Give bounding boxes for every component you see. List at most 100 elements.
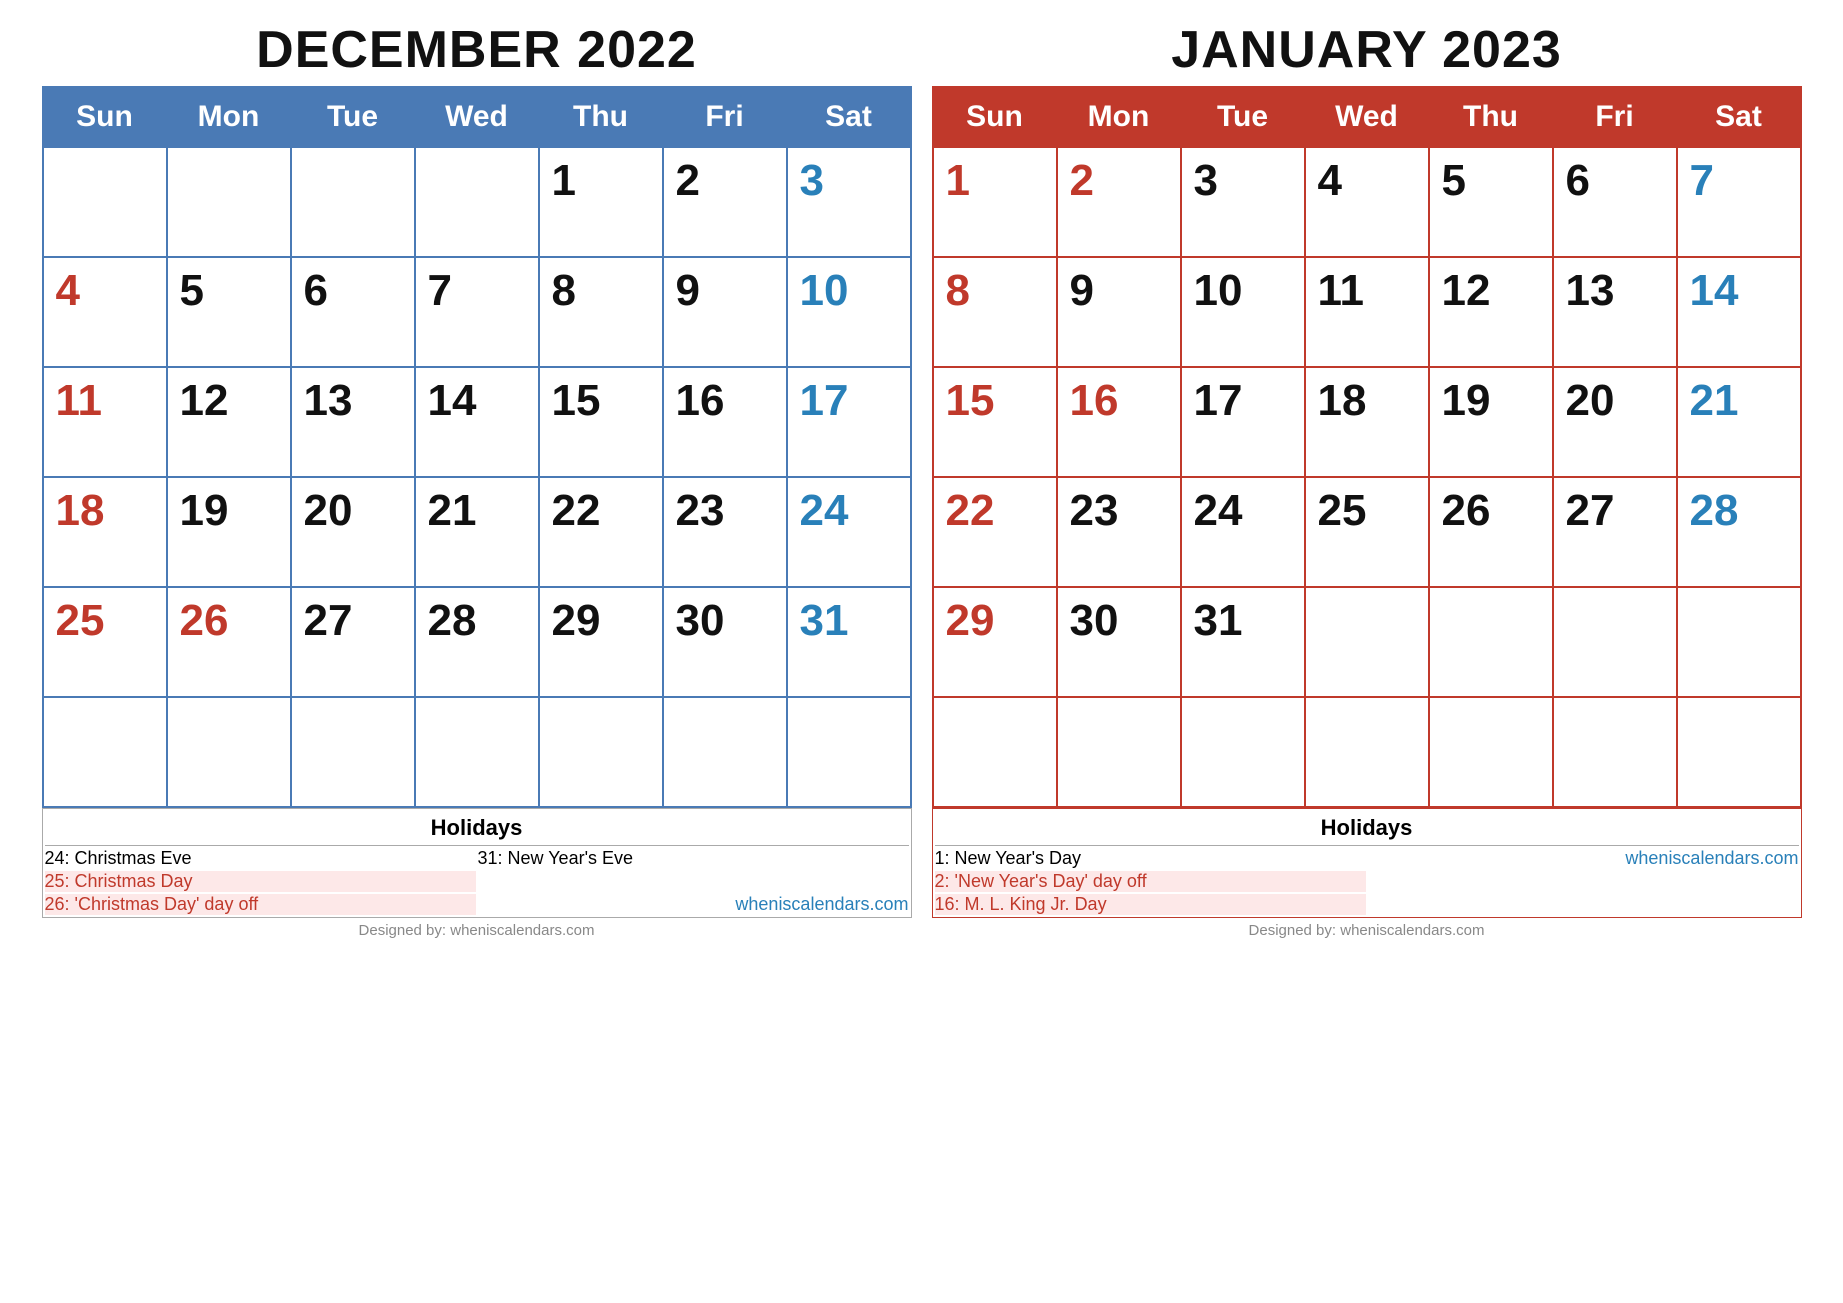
table-row: 23 [1057,477,1181,587]
table-row: 12 [167,367,291,477]
jan-header-tue: Tue [1181,87,1305,147]
table-row: 25 [1305,477,1429,587]
list-item: wheniscalendars.com [478,894,909,915]
list-item: 24: Christmas Eve [45,848,476,869]
table-row [933,697,1057,807]
dec-header-sun: Sun [43,87,167,147]
table-row [787,697,911,807]
table-row: 9 [1057,257,1181,367]
table-row [43,147,167,257]
calendars-container: DECEMBER 2022 Sun Mon Tue Wed Thu Fri Sa… [30,20,1813,939]
table-row: 15 [933,367,1057,477]
table-row [167,147,291,257]
list-item [1368,894,1799,915]
table-row: 13 [1553,257,1677,367]
table-row: 10 [1181,257,1305,367]
table-row: 2 [663,147,787,257]
table-row: 24 [1181,477,1305,587]
table-row [43,697,167,807]
table-row: 6 [1553,147,1677,257]
table-row: 11 [1305,257,1429,367]
list-item: 25: Christmas Day [45,871,476,892]
dec-header-fri: Fri [663,87,787,147]
table-row: 22 [933,477,1057,587]
table-row [1305,697,1429,807]
table-row: 18 [43,477,167,587]
dec-holidays-header: Holidays [45,811,909,846]
table-row: 5 [1429,147,1553,257]
dec-header-mon: Mon [167,87,291,147]
table-row: 25 [43,587,167,697]
january-calendar: JANUARY 2023 Sun Mon Tue Wed Thu Fri Sat… [932,20,1802,939]
table-row: 10 [787,257,911,367]
table-row [1429,587,1553,697]
table-row: 8 [539,257,663,367]
table-row [291,697,415,807]
jan-header-mon: Mon [1057,87,1181,147]
table-row: 26 [1429,477,1553,587]
table-row [415,697,539,807]
table-row: 24 [787,477,911,587]
january-holidays: Holidays 1: New Year's Daywheniscalendar… [932,808,1802,918]
table-row: 20 [291,477,415,587]
table-row: 7 [415,257,539,367]
december-grid: Sun Mon Tue Wed Thu Fri Sat 123456789101… [42,86,912,808]
table-row [167,697,291,807]
dec-header-wed: Wed [415,87,539,147]
list-item: 26: 'Christmas Day' day off [45,894,476,915]
table-row: 28 [415,587,539,697]
dec-header-thu: Thu [539,87,663,147]
jan-header-sat: Sat [1677,87,1801,147]
table-row [1305,587,1429,697]
table-row: 4 [1305,147,1429,257]
table-row: 31 [787,587,911,697]
table-row: 6 [291,257,415,367]
jan-designer-credit: Designed by: wheniscalendars.com [932,922,1802,939]
table-row: 21 [415,477,539,587]
table-row: 30 [663,587,787,697]
table-row: 3 [1181,147,1305,257]
table-row: 28 [1677,477,1801,587]
table-row: 16 [663,367,787,477]
table-row: 14 [415,367,539,477]
list-item [478,871,909,892]
table-row: 8 [933,257,1057,367]
table-row: 29 [933,587,1057,697]
january-grid: Sun Mon Tue Wed Thu Fri Sat 123456789101… [932,86,1802,808]
december-holidays: Holidays 24: Christmas Eve31: New Year's… [42,808,912,918]
table-row [1057,697,1181,807]
dec-header-tue: Tue [291,87,415,147]
table-row [1429,697,1553,807]
list-item: 16: M. L. King Jr. Day [935,894,1366,915]
table-row [1677,697,1801,807]
table-row: 11 [43,367,167,477]
dec-designer-credit: Designed by: wheniscalendars.com [42,922,912,939]
december-calendar: DECEMBER 2022 Sun Mon Tue Wed Thu Fri Sa… [42,20,912,939]
jan-header-fri: Fri [1553,87,1677,147]
table-row: 14 [1677,257,1801,367]
table-row: 13 [291,367,415,477]
table-row: 1 [539,147,663,257]
table-row: 2 [1057,147,1181,257]
table-row: 9 [663,257,787,367]
table-row: 30 [1057,587,1181,697]
list-item: wheniscalendars.com [1368,848,1799,869]
table-row: 19 [1429,367,1553,477]
table-row: 1 [933,147,1057,257]
table-row: 17 [787,367,911,477]
table-row: 26 [167,587,291,697]
table-row: 27 [291,587,415,697]
jan-header-wed: Wed [1305,87,1429,147]
december-title: DECEMBER 2022 [42,20,912,80]
list-item: 2: 'New Year's Day' day off [935,871,1366,892]
table-row: 12 [1429,257,1553,367]
table-row: 7 [1677,147,1801,257]
table-row [415,147,539,257]
table-row [1553,697,1677,807]
list-item: 1: New Year's Day [935,848,1366,869]
table-row: 16 [1057,367,1181,477]
table-row: 18 [1305,367,1429,477]
table-row: 15 [539,367,663,477]
table-row: 5 [167,257,291,367]
table-row: 27 [1553,477,1677,587]
